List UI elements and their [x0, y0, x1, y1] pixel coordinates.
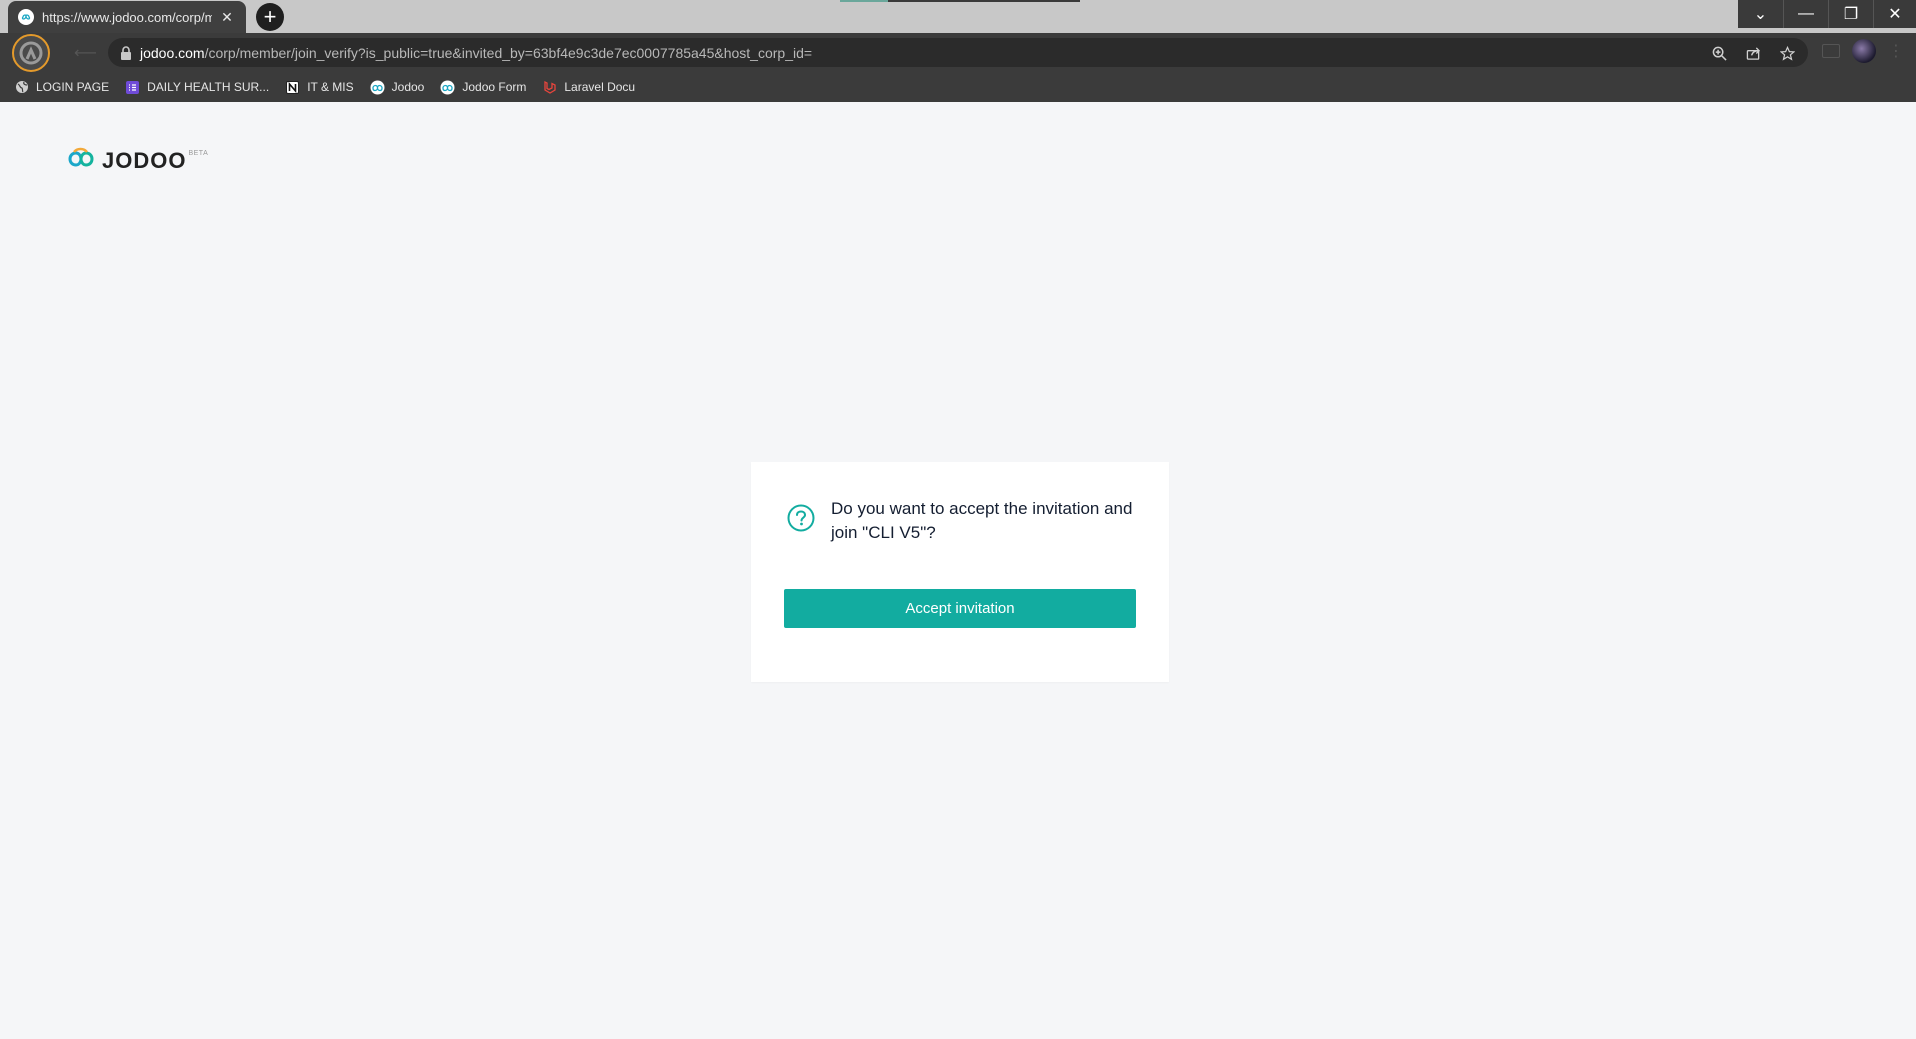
- bookmark-label: Jodoo: [391, 80, 425, 94]
- jodoo-logo[interactable]: JODOO BETA: [66, 146, 208, 174]
- new-tab-button[interactable]: +: [256, 3, 284, 31]
- accept-invitation-button[interactable]: Accept invitation: [784, 589, 1136, 628]
- browser-tab-active[interactable]: https://www.jodoo.com/corp/me ✕: [8, 1, 246, 33]
- minimize-button[interactable]: —: [1783, 0, 1828, 28]
- address-bar[interactable]: jodoo.com/corp/member/join_verify?is_pub…: [108, 38, 1808, 67]
- browser-toolbar: ⟵ jodoo.com/corp/member/join_verify?is_p…: [0, 33, 1916, 72]
- overwatch-logo-icon[interactable]: [12, 34, 50, 72]
- zoom-icon[interactable]: [1708, 42, 1730, 64]
- bookmark-jodoo[interactable]: Jodoo: [370, 80, 425, 95]
- share-icon[interactable]: [1742, 42, 1764, 64]
- bookmark-jodoo-form[interactable]: Jodoo Form: [440, 80, 526, 95]
- url-path: /corp/member/join_verify?is_public=true&…: [204, 44, 813, 61]
- browser-menu-icon[interactable]: ⋮: [1888, 41, 1904, 61]
- invitation-dialog: Do you want to accept the invitation and…: [751, 462, 1169, 682]
- tab-close-icon[interactable]: ✕: [218, 8, 236, 26]
- page-content: JODOO BETA Do you want to accept the inv…: [0, 102, 1916, 1039]
- bookmark-star-icon[interactable]: [1776, 42, 1798, 64]
- page-load-indicator: [840, 0, 1080, 2]
- user-avatar[interactable]: [1852, 39, 1876, 63]
- tab-strip: https://www.jodoo.com/corp/me ✕ + ⌄ — ❐ …: [0, 0, 1916, 33]
- brand-wordmark: JODOO: [102, 148, 187, 173]
- bookmark-label: IT & MIS: [307, 80, 354, 94]
- bookmark-it-mis[interactable]: IT & MIS: [285, 80, 354, 95]
- invitation-question: Do you want to accept the invitation and…: [831, 499, 1133, 542]
- restore-button[interactable]: ❐: [1828, 0, 1873, 28]
- bookmark-daily-health-survey[interactable]: DAILY HEALTH SUR...: [125, 80, 269, 95]
- form-list-icon: [125, 80, 140, 95]
- jodoo-logo-icon: [68, 147, 94, 167]
- url-host: jodoo.com: [140, 44, 205, 61]
- bookmark-laravel-docu[interactable]: Laravel Docu: [542, 80, 635, 95]
- jodoo-icon: [440, 80, 455, 95]
- lock-icon: [121, 45, 131, 60]
- extension-icon[interactable]: [1822, 44, 1840, 58]
- question-circle-icon: [787, 504, 815, 532]
- bookmark-label: Laravel Docu: [564, 80, 636, 94]
- jodoo-icon: [370, 80, 385, 95]
- bookmark-login-page[interactable]: LOGIN PAGE: [14, 80, 109, 95]
- jodoo-favicon-icon: [18, 9, 34, 25]
- bookmark-label: LOGIN PAGE: [36, 80, 110, 94]
- globe-icon: [14, 80, 29, 95]
- bookmark-label: DAILY HEALTH SUR...: [147, 80, 270, 94]
- window-close-button[interactable]: ✕: [1873, 0, 1916, 28]
- notion-icon: [285, 80, 300, 95]
- beta-badge: BETA: [188, 150, 209, 157]
- bookmark-label: Jodoo Form: [462, 80, 527, 94]
- laravel-icon: [542, 80, 557, 95]
- bookmarks-bar: LOGIN PAGE DAILY HEALTH SUR... IT & MIS …: [0, 72, 1916, 102]
- tab-title: https://www.jodoo.com/corp/me: [42, 9, 212, 25]
- tab-search-chevron-icon[interactable]: ⌄: [1738, 0, 1783, 28]
- back-arrow-icon[interactable]: ⟵: [74, 43, 97, 63]
